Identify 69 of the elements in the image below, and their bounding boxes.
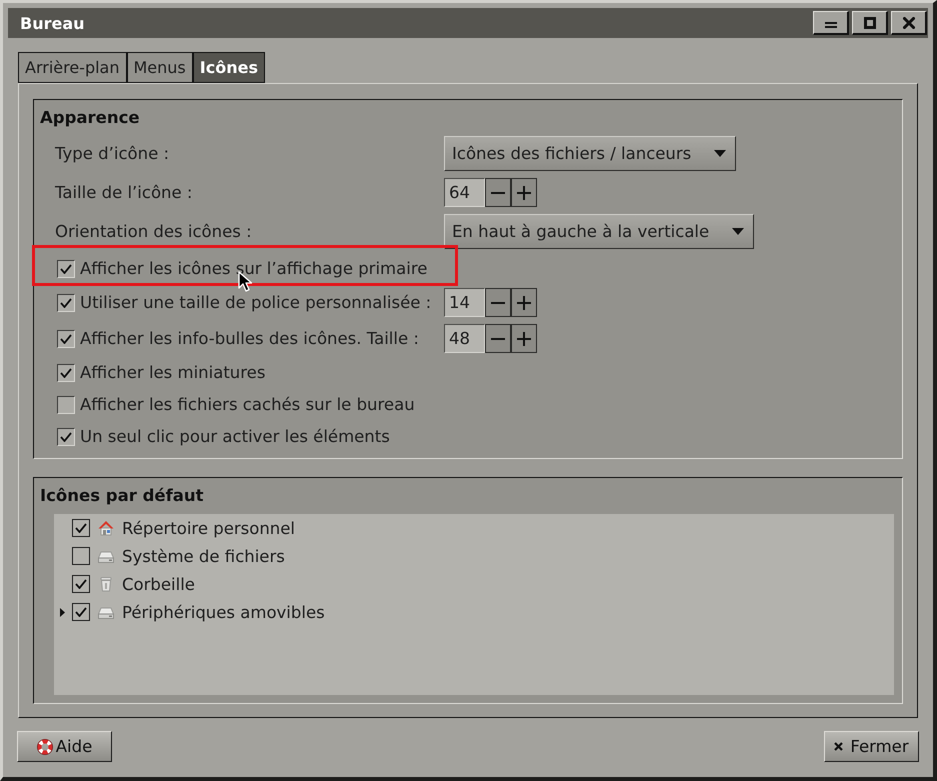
checkbox-label: Afficher les info-bulles des icônes. Taille : <box>80 329 419 348</box>
checkbox[interactable] <box>72 603 90 621</box>
tab[interactable]: Arrière-plan <box>18 52 126 83</box>
plus-icon <box>517 332 531 346</box>
list-item[interactable]: Corbeille <box>122 574 195 594</box>
checkmark-icon <box>75 607 87 617</box>
close-icon <box>834 742 844 751</box>
maximize-icon <box>864 16 876 28</box>
decrement-button[interactable] <box>485 288 511 317</box>
house-icon <box>98 520 114 536</box>
checkbox[interactable] <box>72 575 90 593</box>
checkmark-icon <box>75 523 87 533</box>
help-button[interactable]: Aide <box>17 731 112 762</box>
close-button[interactable] <box>891 11 927 35</box>
plus-icon <box>517 296 531 310</box>
increment-button[interactable] <box>511 324 537 353</box>
checkbox-label: Afficher les fichiers cachés sur le bureau <box>80 395 415 414</box>
trash-can-icon <box>98 576 114 592</box>
checkbox[interactable] <box>72 547 90 565</box>
menu-icon <box>824 22 836 28</box>
tab[interactable]: Icônes <box>192 52 265 83</box>
checkmark-icon <box>60 334 72 344</box>
list-item[interactable]: Système de fichiers <box>122 546 285 566</box>
checkbox[interactable] <box>57 294 75 312</box>
number-field[interactable]: 64 <box>444 178 485 207</box>
number-field[interactable]: 14 <box>444 288 485 317</box>
group-title: Icônes par défaut <box>40 485 205 507</box>
close-icon <box>902 16 914 28</box>
lifebuoy-icon <box>36 738 53 754</box>
close-dialog-button[interactable]: Fermer <box>824 731 919 762</box>
checkbox[interactable] <box>72 519 90 537</box>
checkmark-icon <box>60 264 72 274</box>
caret-icon <box>714 150 726 157</box>
checkbox-label: Un seul clic pour activer les éléments <box>80 427 390 446</box>
checkbox[interactable] <box>57 260 75 278</box>
group-title: Apparence <box>40 107 141 129</box>
expander-icon[interactable] <box>60 608 65 616</box>
checkbox[interactable] <box>57 428 75 446</box>
increment-button[interactable] <box>511 288 537 317</box>
checkmark-icon <box>60 298 72 308</box>
increment-button[interactable] <box>511 178 537 207</box>
minus-icon <box>491 302 505 304</box>
checkbox-label: Afficher les miniatures <box>80 363 266 382</box>
checkbox[interactable] <box>57 396 75 414</box>
list-item[interactable]: Répertoire personnel <box>122 518 296 538</box>
field-label: Taille de l’icône : <box>55 183 192 202</box>
checkbox[interactable] <box>57 364 75 382</box>
number-field[interactable]: 48 <box>444 324 485 353</box>
checkmark-icon <box>75 579 87 589</box>
field-label: Type d’icône : <box>55 144 170 163</box>
maximize-button[interactable] <box>852 11 888 35</box>
checkmark-icon <box>60 432 72 442</box>
tab[interactable]: Menus <box>126 52 193 83</box>
window-menu-button[interactable] <box>813 11 849 35</box>
decrement-button[interactable] <box>485 324 511 353</box>
window-title: Bureau <box>20 14 85 32</box>
minus-icon <box>491 192 505 194</box>
checkbox-label: Utiliser une taille de police personnalisée : <box>80 293 432 312</box>
dropdown[interactable]: En haut à gauche à la verticale <box>444 214 754 249</box>
checkbox[interactable] <box>57 330 75 348</box>
list-item[interactable]: Périphériques amovibles <box>122 602 325 622</box>
minus-icon <box>491 338 505 340</box>
decrement-button[interactable] <box>485 178 511 207</box>
checkmark-icon <box>60 368 72 378</box>
dropdown[interactable]: Icônes des fichiers / lanceurs <box>444 136 736 171</box>
plus-icon <box>517 186 531 200</box>
checkbox-label: Afficher les icônes sur l’affichage primaire <box>80 259 428 278</box>
field-label: Orientation des icônes : <box>55 222 252 241</box>
caret-icon <box>732 228 744 235</box>
